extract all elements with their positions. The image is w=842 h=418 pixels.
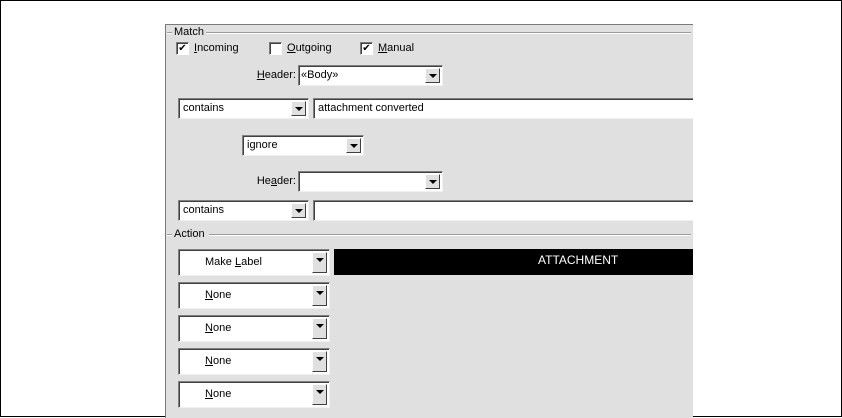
chevron-down-icon[interactable] [291, 101, 306, 116]
action-3-dropdown[interactable]: None [178, 315, 330, 342]
action-2-value: None [205, 289, 232, 301]
match-group-line [194, 32, 691, 34]
header-2-label: Header: [256, 175, 296, 187]
action-1-dropdown[interactable]: Make Label [178, 249, 330, 276]
conjunction-dropdown[interactable]: ignore [242, 135, 364, 156]
chevron-down-icon[interactable] [291, 203, 306, 218]
chevron-down-icon[interactable] [312, 318, 327, 339]
label-name-field[interactable]: ATTACHMENT [334, 249, 693, 275]
action-4-value: None [205, 355, 232, 367]
chevron-down-icon[interactable] [425, 68, 440, 83]
header-1-value: «Body» [301, 69, 339, 81]
chevron-down-icon[interactable] [425, 174, 440, 189]
condition-2-operator-value: contains [183, 204, 224, 216]
outgoing-checkbox[interactable] [269, 42, 282, 55]
action-2-dropdown[interactable]: None [178, 282, 330, 309]
condition-2-text-input[interactable] [313, 200, 693, 221]
manual-checkbox[interactable]: ✔ [360, 42, 373, 55]
condition-2-operator-dropdown[interactable]: contains [178, 200, 309, 221]
conjunction-value: ignore [247, 139, 278, 151]
condition-1-text-input[interactable]: attachment converted [313, 98, 693, 119]
action-1-value: Make Label [205, 256, 262, 268]
condition-1-operator-dropdown[interactable]: contains [178, 98, 309, 119]
chevron-down-icon[interactable] [312, 285, 327, 306]
chevron-down-icon[interactable] [346, 138, 361, 153]
header-2-dropdown[interactable] [298, 171, 443, 192]
header-1-label: Header: [256, 69, 296, 81]
action-3-value: None [205, 322, 232, 334]
label-name-value: ATTACHMENT [538, 253, 619, 267]
action-group-line [209, 234, 691, 236]
manual-checkbox-label: Manual [378, 42, 415, 54]
condition-1-operator-value: contains [183, 102, 224, 114]
chevron-down-icon[interactable] [312, 252, 327, 273]
condition-1-text-value: attachment converted [318, 102, 424, 114]
incoming-checkbox[interactable]: ✔ [176, 42, 189, 55]
filter-dialog-panel: Match ✔ Incoming Outgoing ✔ Manual Heade… [165, 24, 693, 418]
outgoing-checkbox-label: Outgoing [287, 42, 332, 54]
incoming-checkbox-label: Incoming [194, 42, 239, 54]
match-group-label: Match [172, 26, 206, 38]
header-1-dropdown[interactable]: «Body» [298, 65, 443, 86]
action-4-dropdown[interactable]: None [178, 348, 330, 375]
chevron-down-icon[interactable] [312, 351, 327, 372]
action-group-label: Action [172, 228, 207, 240]
chevron-down-icon[interactable] [312, 384, 327, 405]
action-5-value: None [205, 388, 232, 400]
action-5-dropdown[interactable]: None [178, 381, 330, 408]
